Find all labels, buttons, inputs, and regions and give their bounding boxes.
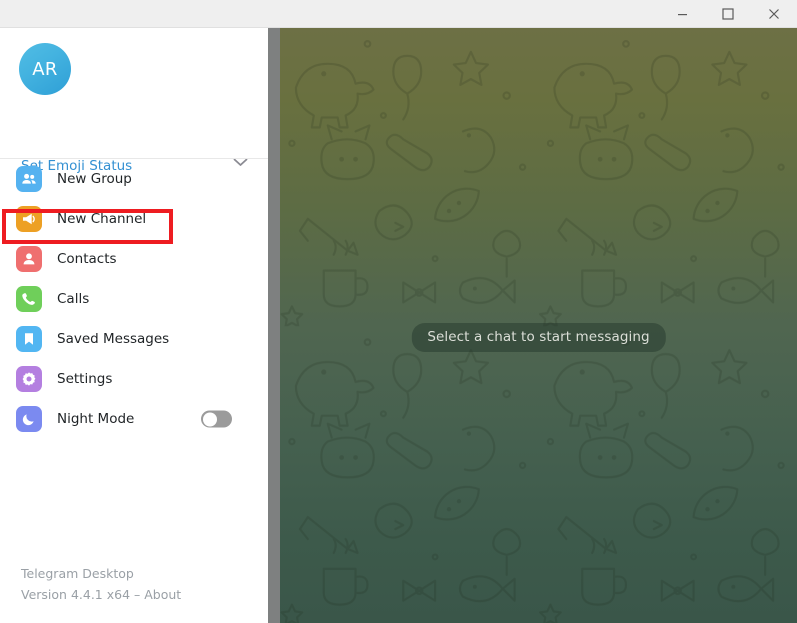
sidebar-item-label: New Group [57, 171, 132, 187]
chat-placeholder-text: Select a chat to start messaging [411, 323, 666, 352]
sidebar-item-settings[interactable]: Settings [0, 359, 268, 399]
minimize-button[interactable] [659, 0, 705, 27]
sidebar-item-new-group[interactable]: New Group [0, 159, 268, 199]
sidebar-item-contacts[interactable]: Contacts [0, 239, 268, 279]
telegram-desktop-window: Select a chat to start messaging AR Set … [0, 0, 797, 623]
calls-icon [16, 286, 42, 312]
maximize-icon [722, 7, 734, 20]
version-about-link[interactable]: Version 4.4.1 x64 – About [21, 584, 181, 605]
minimize-icon [677, 14, 687, 16]
app-name-label: Telegram Desktop [21, 566, 134, 581]
close-button[interactable] [751, 0, 797, 27]
sidebar-item-label: Contacts [57, 251, 117, 267]
contacts-icon [16, 246, 42, 272]
sidebar-item-label: Settings [57, 371, 113, 387]
night-mode-toggle-knob [202, 412, 217, 426]
night-mode-toggle[interactable] [201, 410, 232, 428]
avatar[interactable]: AR [19, 43, 71, 95]
window-titlebar [0, 0, 797, 28]
sidebar-item-new-channel[interactable]: New Channel [0, 199, 268, 239]
sidebar-item-saved-messages[interactable]: Saved Messages [0, 319, 268, 359]
sidebar-item-label: New Channel [57, 211, 147, 227]
sidebar-item-calls[interactable]: Calls [0, 279, 268, 319]
close-icon [769, 8, 779, 19]
sidebar-item-label: Calls [57, 291, 90, 307]
main-menu-sidebar: AR Set Emoji Status New Group New Channe… [0, 28, 268, 623]
maximize-button[interactable] [705, 0, 751, 27]
sidebar-footer: Telegram Desktop Version 4.4.1 x64 – Abo… [21, 563, 181, 605]
new-group-icon [16, 166, 42, 192]
night-mode-icon [16, 406, 42, 432]
sidebar-item-label: Night Mode [57, 411, 135, 427]
saved-messages-icon [16, 326, 42, 352]
sidebar-item-label: Saved Messages [57, 331, 170, 347]
settings-icon [16, 366, 42, 392]
sidebar-item-night-mode[interactable]: Night Mode [0, 399, 268, 439]
chat-background-area: Select a chat to start messaging [280, 28, 797, 623]
sidebar-scrollbar[interactable] [268, 28, 280, 623]
sidebar-menu-list: New Group New Channel Contacts Calls Sav… [0, 159, 268, 439]
new-channel-icon [16, 206, 42, 232]
